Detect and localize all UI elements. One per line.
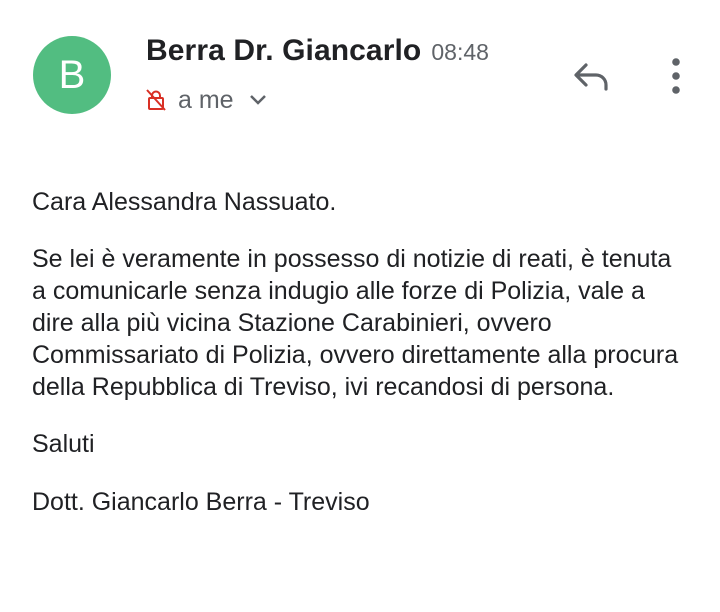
more-vert-icon[interactable] [664, 58, 688, 94]
email-greeting: Cara Alessandra Nassuato. [32, 188, 337, 216]
sender-line: Berra Dr. Giancarlo 08:48 [146, 34, 489, 74]
email-signature: Dott. Giancarlo Berra - Treviso [32, 488, 370, 516]
recipient-details-toggle[interactable]: a me [146, 84, 268, 116]
recipient-text: a me [178, 85, 234, 114]
sender-avatar[interactable]: B [33, 36, 111, 114]
lock-off-icon [146, 89, 166, 111]
email-body: Cara Alessandra Nassuato. Se lei è veram… [32, 186, 692, 518]
email-closing: Saluti [32, 430, 95, 458]
email-header: B Berra Dr. Giancarlo 08:48 a me [0, 0, 720, 140]
sender-name[interactable]: Berra Dr. Giancarlo [146, 34, 421, 68]
chevron-down-icon[interactable] [248, 93, 268, 107]
reply-icon[interactable] [572, 60, 612, 92]
email-paragraph: Se lei è veramente in possesso di notizi… [32, 245, 679, 401]
email-view: B Berra Dr. Giancarlo 08:48 a me Cara Al… [0, 0, 720, 612]
email-time: 08:48 [431, 39, 489, 65]
